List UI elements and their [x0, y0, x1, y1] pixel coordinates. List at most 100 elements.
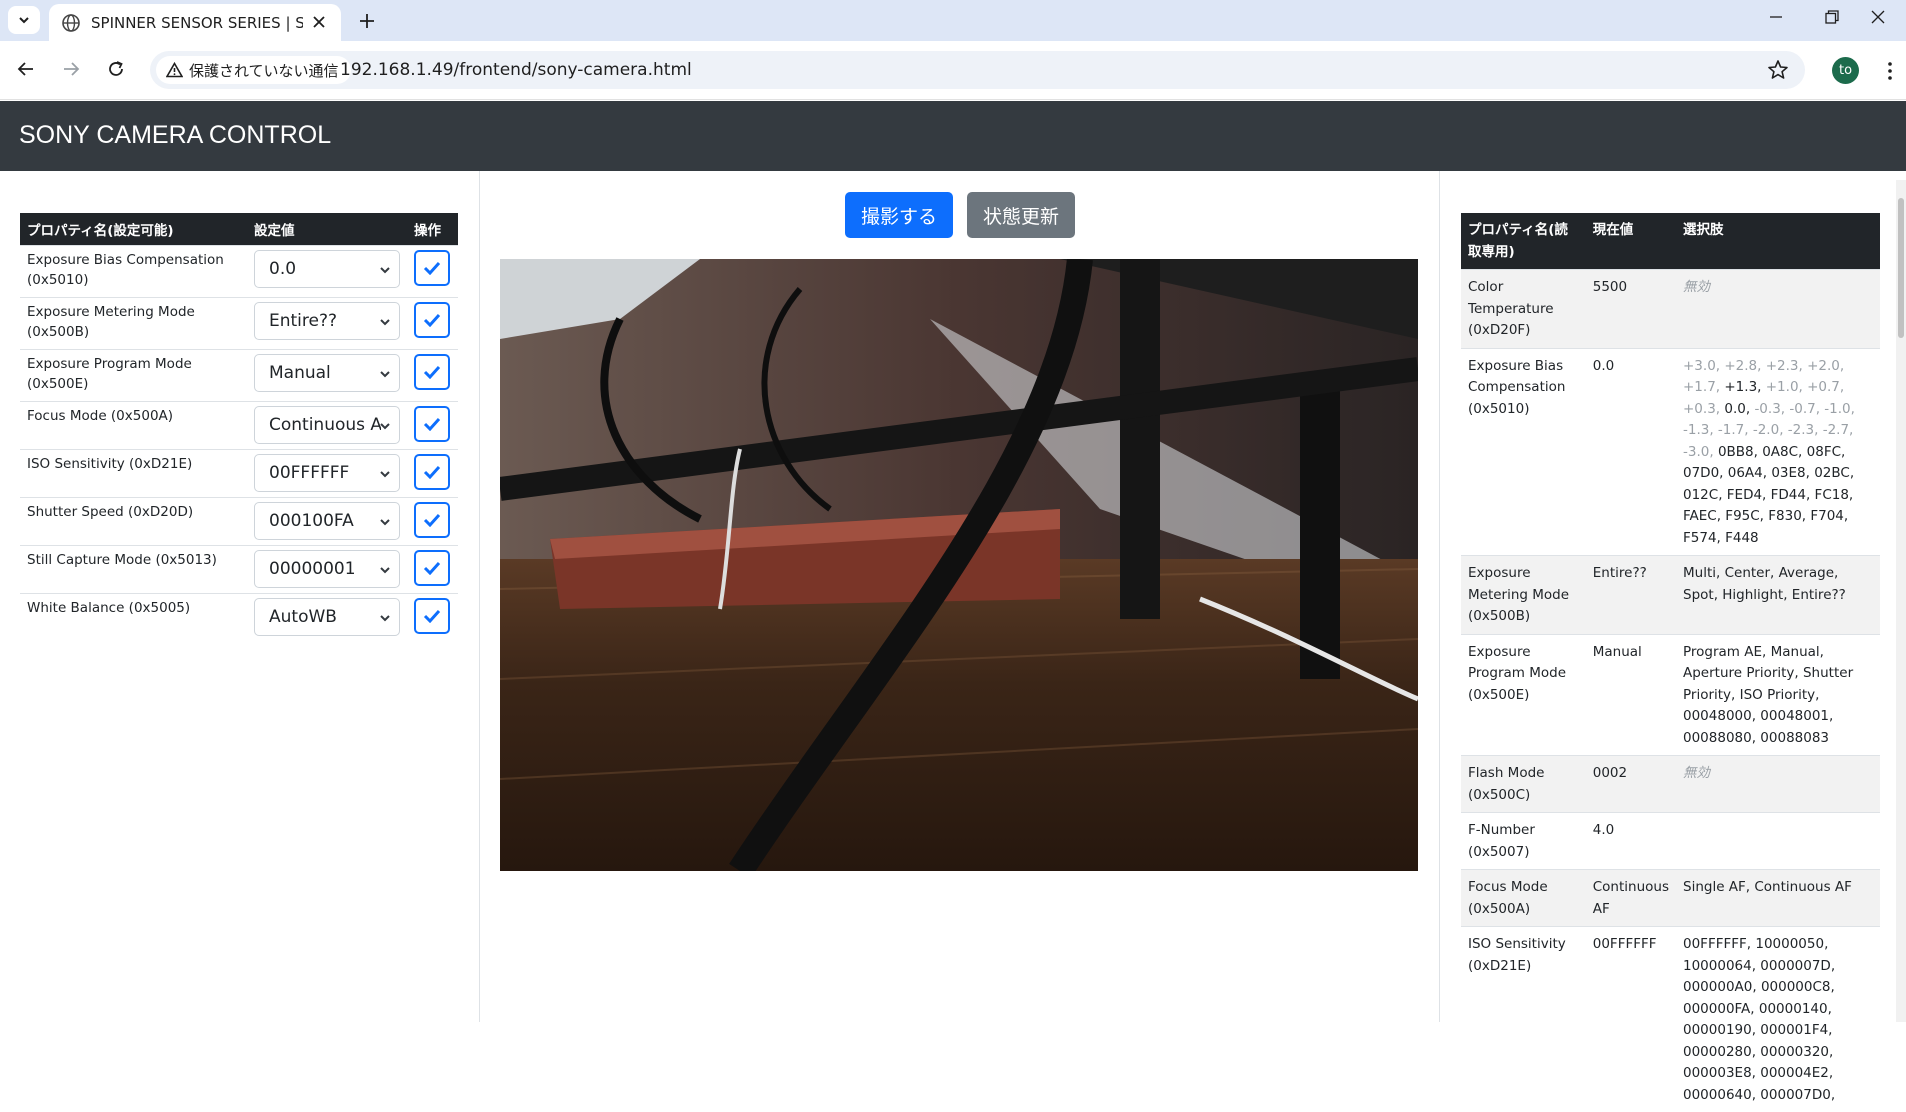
readonly-properties-panel: プロパティ名(読取専用) 現在値 選択肢 Color Temperature (… [1441, 171, 1906, 1022]
column-header-name: プロパティ名(設定可能) [20, 213, 247, 246]
apply-button[interactable] [414, 250, 450, 286]
select-value: Continuous AF [269, 415, 381, 435]
options-disabled: 無効 [1683, 765, 1710, 781]
table-row: F-Number (0x5007) 4.0 [1461, 813, 1880, 870]
shutter-speed-select[interactable]: 000100FA [254, 502, 400, 540]
chevron-down-icon [379, 264, 391, 276]
reload-button[interactable] [100, 53, 132, 85]
select-value: 00FFFFFF [269, 463, 381, 483]
property-name: F-Number (0x5007) [1461, 813, 1586, 870]
arrow-right-icon [62, 60, 80, 78]
plus-icon [359, 13, 375, 29]
check-icon [423, 609, 441, 623]
browser-menu-button[interactable] [1880, 57, 1900, 85]
chevron-down-icon [379, 564, 391, 576]
current-value: 5500 [1586, 270, 1676, 349]
action-buttons: 撮影する 状態更新 [480, 192, 1440, 238]
minimize-icon [1769, 10, 1783, 24]
property-name: Exposure Program Mode (0x500E) [27, 354, 240, 394]
navbar: SONY CAMERA CONTROL [0, 101, 1906, 171]
property-name: White Balance (0x5005) [27, 598, 240, 618]
current-value: Manual [1586, 634, 1676, 756]
table-row: Exposure Bias Compensation (0x5010) 0.0 [20, 246, 458, 298]
scrollbar-thumb[interactable] [1898, 198, 1904, 338]
property-name: Focus Mode (0x500A) [27, 406, 240, 426]
restore-icon [1825, 10, 1839, 24]
apply-button[interactable] [414, 454, 450, 490]
back-button[interactable] [10, 53, 42, 85]
profile-avatar[interactable]: to [1832, 57, 1859, 84]
current-value: Continuous AF [1586, 870, 1676, 927]
warning-icon [166, 62, 183, 78]
forward-button[interactable] [55, 53, 87, 85]
column-header-current: 現在値 [1586, 213, 1676, 270]
iso-select[interactable]: 00FFFFFF [254, 454, 400, 492]
apply-button[interactable] [414, 502, 450, 538]
chevron-down-icon [379, 516, 391, 528]
select-value: AutoWB [269, 607, 381, 627]
bookmark-star-icon[interactable] [1766, 58, 1790, 82]
table-row: ISO Sensitivity (0xD21E) 00FFFFFF 00FFFF… [1461, 927, 1880, 1112]
table-row: Color Temperature (0xD20F) 5500 無効 [1461, 270, 1880, 349]
column-header-options: 選択肢 [1676, 213, 1880, 270]
table-row: Still Capture Mode (0x5013) 00000001 [20, 546, 458, 594]
table-row: Exposure Program Mode (0x500E) Manual Pr… [1461, 634, 1880, 756]
table-row: White Balance (0x5005) AutoWB [20, 594, 458, 642]
security-indicator[interactable]: 保護されていない通信 [156, 56, 351, 84]
column-header-action: 操作 [407, 213, 458, 246]
options-list: Single AF, Continuous AF [1676, 870, 1880, 927]
table-row: ISO Sensitivity (0xD21E) 00FFFFFF [20, 450, 458, 498]
chevron-down-icon [379, 368, 391, 380]
table-row: Exposure Metering Mode (0x500B) Entire?? [20, 298, 458, 350]
globe-icon [61, 13, 81, 33]
apply-button[interactable] [414, 302, 450, 338]
chevron-down-icon [17, 13, 31, 27]
chevron-down-icon [379, 612, 391, 624]
tab-title: SPINNER SENSOR SERIES | SONY CAMERA CONT… [91, 14, 303, 32]
settable-properties-table: プロパティ名(設定可能) 設定値 操作 Exposure Bias Compen… [20, 213, 458, 642]
options-list: Multi, Center, Average, Spot, Highlight,… [1676, 556, 1880, 635]
refresh-status-button[interactable]: 状態更新 [967, 192, 1075, 238]
table-row: Exposure Metering Mode (0x500B) Entire??… [1461, 556, 1880, 635]
options-list: Program AE, Manual, Aperture Priority, S… [1676, 634, 1880, 756]
exposure-bias-select[interactable]: 0.0 [254, 250, 400, 288]
select-value: 00000001 [269, 559, 381, 579]
camera-preview-panel: 撮影する 状態更新 [480, 171, 1440, 1022]
apply-button[interactable] [414, 406, 450, 442]
close-window-button[interactable] [1850, 0, 1906, 33]
check-icon [423, 561, 441, 575]
property-name: Exposure Bias Compensation (0x5010) [27, 250, 240, 290]
minimize-button[interactable] [1748, 0, 1804, 33]
select-value: Manual [269, 363, 381, 383]
apply-button[interactable] [414, 598, 450, 634]
still-capture-mode-select[interactable]: 00000001 [254, 550, 400, 588]
tab-search-button[interactable] [8, 6, 40, 34]
url-text[interactable]: 192.168.1.49/frontend/sony-camera.html [340, 60, 692, 80]
property-name: Exposure Metering Mode (0x500B) [1461, 556, 1586, 635]
table-row: Exposure Program Mode (0x500E) Manual [20, 350, 458, 402]
apply-button[interactable] [414, 354, 450, 390]
check-icon [423, 261, 441, 275]
address-bar[interactable]: 保護されていない通信 192.168.1.49/frontend/sony-ca… [150, 51, 1805, 89]
check-icon [423, 465, 441, 479]
browser-tab[interactable]: SPINNER SENSOR SERIES | SONY CAMERA CONT… [49, 4, 341, 41]
close-icon [313, 16, 325, 28]
table-row: Exposure Bias Compensation (0x5010) 0.0 … [1461, 348, 1880, 556]
focus-mode-select[interactable]: Continuous AF [254, 406, 400, 444]
new-tab-button[interactable] [352, 6, 382, 36]
table-row: Focus Mode (0x500A) Continuous AF Single… [1461, 870, 1880, 927]
option-text: 0.0, [1724, 401, 1750, 417]
current-value: 0.0 [1586, 348, 1676, 556]
metering-mode-select[interactable]: Entire?? [254, 302, 400, 340]
property-name: Color Temperature (0xD20F) [1461, 270, 1586, 349]
apply-button[interactable] [414, 550, 450, 586]
white-balance-select[interactable]: AutoWB [254, 598, 400, 636]
property-name: Shutter Speed (0xD20D) [27, 502, 240, 522]
capture-button[interactable]: 撮影する [845, 192, 953, 238]
arrow-left-icon [17, 60, 35, 78]
program-mode-select[interactable]: Manual [254, 354, 400, 392]
tab-close-button[interactable] [309, 12, 329, 32]
page-scrollbar[interactable] [1896, 180, 1906, 1022]
reload-icon [107, 60, 125, 78]
options-list: +3.0, +2.8, +2.3, +2.0, +1.7, +1.3, +1.0… [1676, 348, 1880, 556]
